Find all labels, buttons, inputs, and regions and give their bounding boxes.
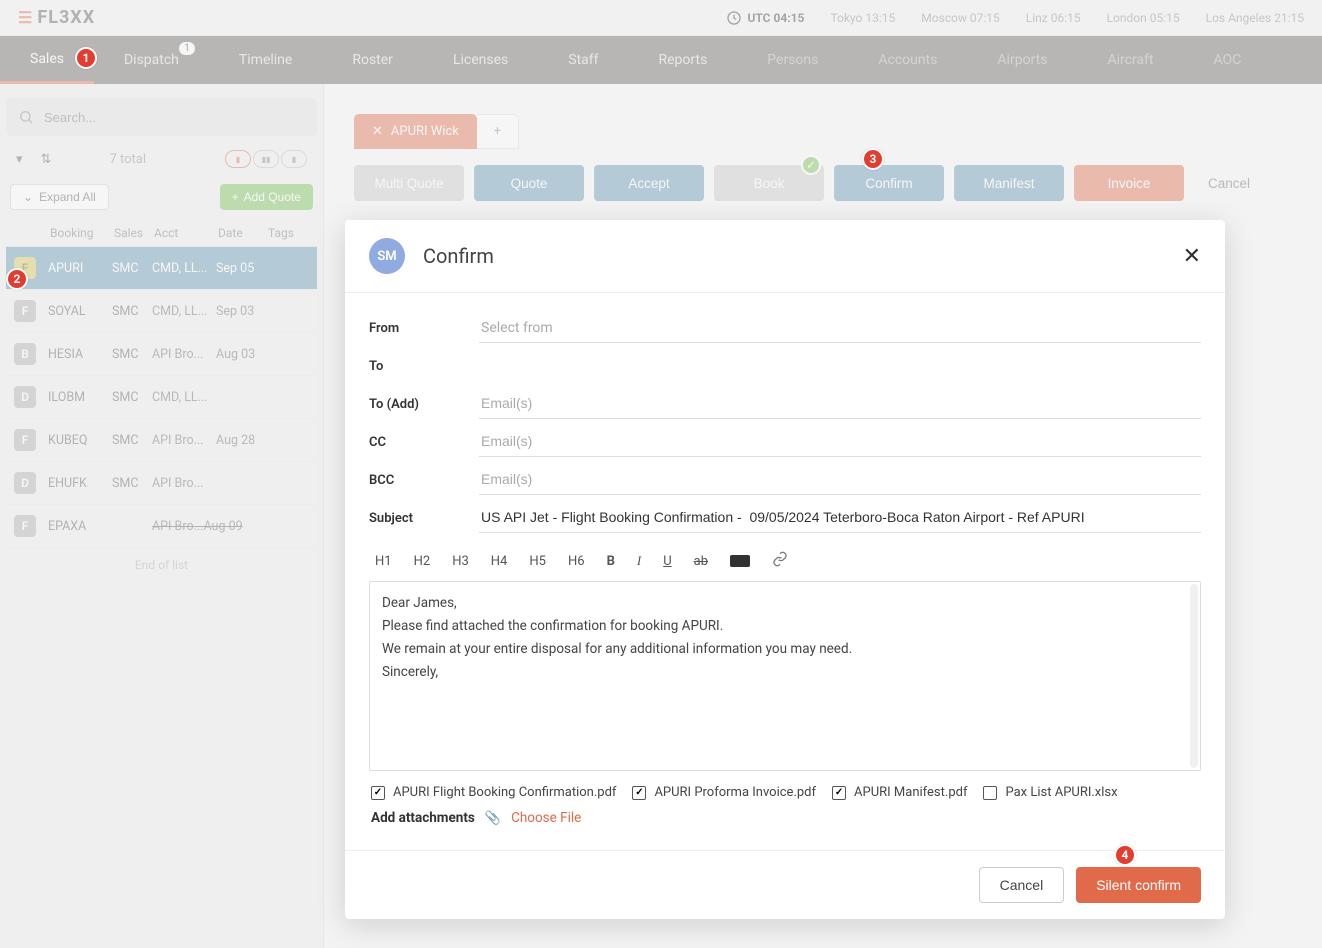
body-line-0: Dear James,: [382, 592, 1188, 615]
annotation-2: 2: [6, 268, 28, 290]
annotation-4: 4: [1114, 844, 1136, 866]
modal-close-button[interactable]: ✕: [1183, 243, 1201, 269]
attachment-name: APURI Proforma Invoice.pdf: [654, 785, 816, 800]
to-add-input[interactable]: [481, 395, 1199, 411]
body-line-3: Sincerely,: [382, 661, 1188, 684]
add-attachments-label: Add attachments: [371, 810, 475, 826]
cc-input[interactable]: [481, 433, 1199, 449]
link-icon: [772, 551, 788, 567]
attachment-item: APURI Manifest.pdf: [832, 785, 967, 800]
annotation-3: 3: [862, 148, 884, 170]
attachment-checkbox[interactable]: [371, 786, 385, 800]
tb-h6[interactable]: H6: [568, 554, 585, 569]
label-to: To: [369, 359, 479, 374]
attachment-checkbox[interactable]: [832, 786, 846, 800]
label-bcc: BCC: [369, 473, 479, 488]
attachment-name: APURI Flight Booking Confirmation.pdf: [393, 785, 616, 800]
tb-color[interactable]: [730, 555, 750, 567]
tb-strike[interactable]: ab: [694, 554, 708, 569]
editor-body[interactable]: Dear James, Please find attached the con…: [369, 581, 1201, 771]
attachment-item: APURI Proforma Invoice.pdf: [632, 785, 816, 800]
tb-h4[interactable]: H4: [491, 554, 508, 569]
attachment-checkbox[interactable]: [632, 786, 646, 800]
editor-scrollbar[interactable]: [1190, 584, 1198, 768]
label-from: From: [369, 321, 479, 336]
body-line-2: We remain at your entire disposal for an…: [382, 638, 1188, 661]
label-cc: CC: [369, 435, 479, 450]
avatar: SM: [369, 238, 405, 274]
attachment-item: Pax List APURI.xlsx: [983, 785, 1117, 800]
choose-file-button[interactable]: Choose File: [511, 810, 581, 826]
paperclip-icon: 📎: [485, 811, 501, 826]
tb-link[interactable]: [772, 551, 788, 571]
tb-underline[interactable]: U: [663, 554, 671, 569]
attachment-item: APURI Flight Booking Confirmation.pdf: [371, 785, 616, 800]
modal-title: Confirm: [423, 244, 494, 268]
add-attachments-row: Add attachments 📎 Choose File: [369, 806, 1201, 842]
tb-h2[interactable]: H2: [414, 554, 431, 569]
attachment-name: APURI Manifest.pdf: [854, 785, 967, 800]
tb-h1[interactable]: H1: [375, 554, 392, 569]
attachments-row: APURI Flight Booking Confirmation.pdf APU…: [369, 771, 1201, 806]
tb-bold[interactable]: B: [607, 554, 615, 569]
label-subject: Subject: [369, 511, 479, 526]
body-line-1: Please find attached the confirmation fo…: [382, 615, 1188, 638]
modal-footer: Cancel Silent confirm: [345, 850, 1225, 919]
from-placeholder: Select from: [481, 320, 553, 336]
modal-body: From Select from To To (Add) CC BCC Subj…: [345, 293, 1225, 850]
editor-toolbar: H1 H2 H3 H4 H5 H6 B I U ab: [369, 537, 1201, 581]
tb-italic[interactable]: I: [637, 553, 641, 569]
subject-input[interactable]: [481, 509, 1199, 525]
silent-confirm-button[interactable]: Silent confirm: [1076, 867, 1201, 903]
annotation-1: 1: [75, 47, 97, 69]
modal-header: SM Confirm ✕: [345, 220, 1225, 293]
confirm-modal: SM Confirm ✕ From Select from To To (Add…: [345, 220, 1225, 919]
label-to-add: To (Add): [369, 397, 479, 412]
cancel-button[interactable]: Cancel: [979, 867, 1065, 903]
tb-h3[interactable]: H3: [452, 554, 469, 569]
bcc-input[interactable]: [481, 471, 1199, 487]
attachment-name: Pax List APURI.xlsx: [1005, 785, 1117, 800]
tb-h5[interactable]: H5: [529, 554, 546, 569]
from-field[interactable]: Select from: [479, 314, 1201, 343]
attachment-checkbox[interactable]: [983, 786, 997, 800]
